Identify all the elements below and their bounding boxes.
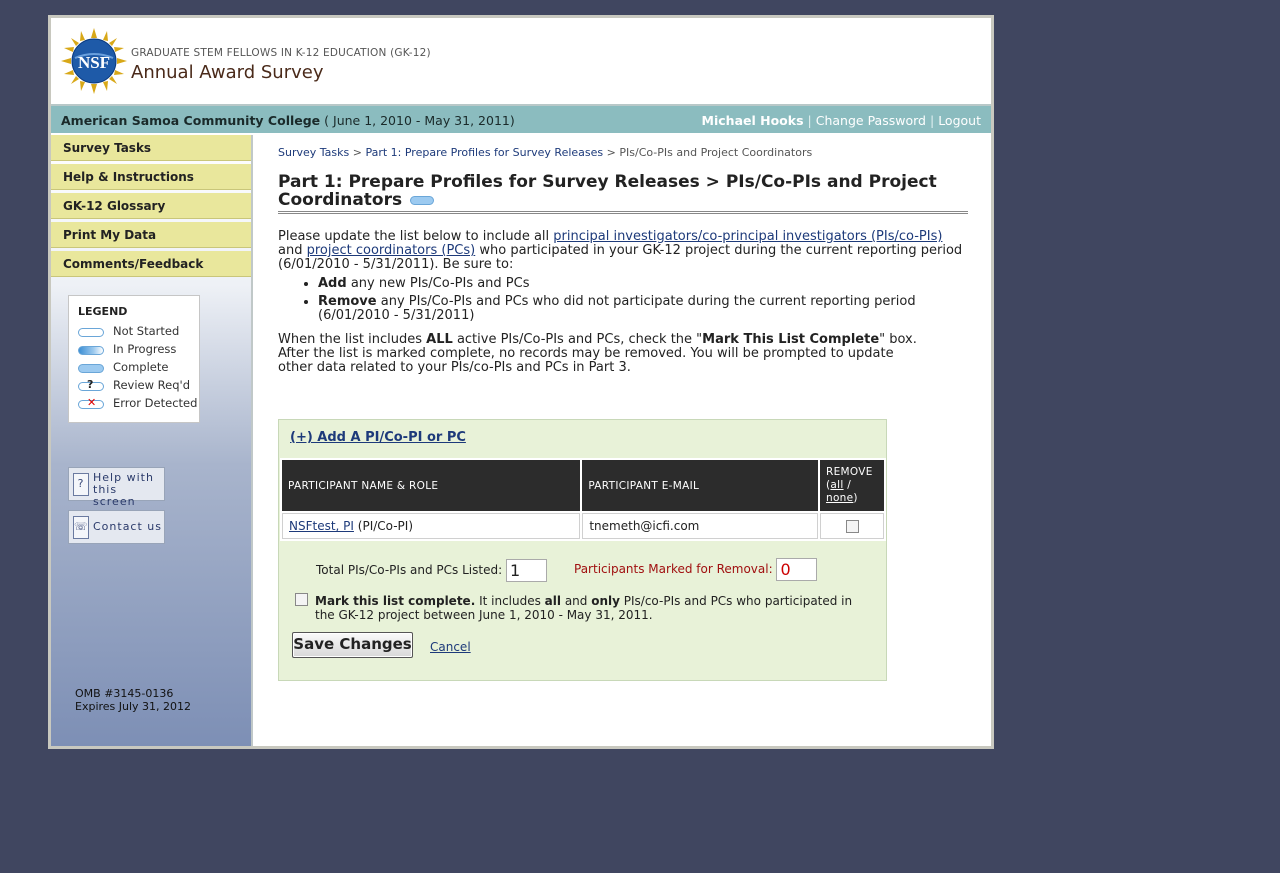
review-icon: ? — [78, 378, 104, 391]
total-label: Total PIs/Co-PIs and PCs Listed: — [316, 563, 503, 577]
help-icon: ? — [73, 473, 89, 496]
breadcrumb: Survey Tasks > Part 1: Prepare Profiles … — [278, 146, 813, 159]
remove-checkbox[interactable] — [845, 520, 859, 533]
participant-name-cell: NSFtest, PI (PI/Co-PI) — [282, 513, 581, 539]
col-email-header: PARTICIPANT E-MAIL — [582, 460, 818, 511]
cancel-link[interactable]: Cancel — [430, 640, 471, 654]
breadcrumb-part1[interactable]: Part 1: Prepare Profiles for Survey Rele… — [365, 146, 603, 159]
removal-label: Participants Marked for Removal: — [574, 562, 773, 576]
institution-name: American Samoa Community College — [61, 113, 321, 128]
legend-complete: Complete — [78, 360, 198, 376]
col-remove-header: REMOVE (all / none) — [820, 460, 884, 511]
legend: LEGEND Not Started In Progress Complete … — [68, 295, 200, 423]
select-all-link[interactable]: all — [830, 479, 843, 491]
complete-icon — [78, 364, 104, 373]
legend-label: Complete — [113, 360, 169, 374]
institution-info: American Samoa Community College ( June … — [61, 113, 515, 128]
select-none-link[interactable]: none — [826, 492, 853, 504]
change-password-link[interactable]: Change Password — [816, 113, 926, 128]
logout-link[interactable]: Logout — [938, 113, 981, 128]
legend-title: LEGEND — [78, 305, 128, 318]
info-bar: American Samoa Community College ( June … — [51, 106, 991, 133]
pc-definition-link[interactable]: project coordinators (PCs) — [307, 243, 476, 258]
removal-count-field: 0 — [776, 558, 818, 581]
help-button-line2: this screen — [93, 483, 136, 508]
legend-not-started: Not Started — [78, 324, 198, 340]
error-icon: ✕ — [78, 396, 104, 409]
intro-text: Please update the list below to include … — [278, 229, 963, 272]
legend-label: Error Detected — [113, 396, 198, 410]
sidebar-item-comments-feedback[interactable]: Comments/Feedback — [51, 251, 251, 277]
pi-definition-link[interactable]: principal investigators/co-principal inv… — [553, 229, 942, 244]
site-title: Annual Award Survey — [131, 62, 324, 83]
complete-instructions: When the list includes ALL active PIs/Co… — [278, 332, 917, 375]
help-with-screen-button[interactable]: ? Help with this screen — [68, 467, 165, 508]
not-started-icon — [78, 328, 104, 337]
nsf-logo: NSF — [61, 28, 127, 94]
main-content: Survey Tasks > Part 1: Prepare Profiles … — [278, 146, 978, 681]
save-changes-button[interactable]: Save Changes — [292, 632, 413, 658]
list-item: Add any new PIs/Co-PIs and PCs — [318, 277, 978, 291]
list-item: Remove any PIs/Co-PIs and PCs who did no… — [318, 295, 978, 323]
reporting-period: ( June 1, 2010 - May 31, 2011) — [324, 113, 515, 128]
contact-us-button[interactable]: ☏ Contact us — [68, 510, 165, 544]
program-name: GRADUATE STEM FELLOWS IN K-12 EDUCATION … — [131, 47, 431, 59]
mark-complete-label: Mark this list complete. It includes all… — [315, 594, 853, 622]
sidebar-item-glossary[interactable]: GK-12 Glossary — [51, 193, 251, 219]
sidebar-item-survey-tasks[interactable]: Survey Tasks — [51, 135, 251, 161]
site-header: NSF GRADUATE STEM FELLOWS IN K-12 EDUCAT… — [51, 18, 991, 106]
page-title: Part 1: Prepare Profiles for Survey Rele… — [278, 173, 968, 214]
legend-in-progress: In Progress — [78, 342, 198, 358]
legend-review: ? Review Req'd — [78, 378, 198, 394]
participant-email: tnemeth@icfi.com — [582, 513, 818, 539]
total-count-field: 1 — [505, 559, 547, 582]
in-progress-icon — [78, 346, 104, 355]
table-row: NSFtest, PI (PI/Co-PI) tnemeth@icfi.com — [282, 513, 884, 539]
removal-count: Participants Marked for Removal: 0 — [574, 558, 818, 581]
page-frame: NSF GRADUATE STEM FELLOWS IN K-12 EDUCAT… — [48, 15, 994, 749]
participants-panel: (+) Add A PI/Co-PI or PC PARTICIPANT NAM… — [278, 419, 887, 681]
legend-label: Not Started — [113, 324, 180, 338]
participant-role: (PI/Co-PI) — [357, 519, 414, 533]
logo-text: NSF — [78, 53, 110, 72]
legend-label: In Progress — [113, 342, 177, 356]
omb-expiry: Expires July 31, 2012 — [75, 700, 192, 713]
breadcrumb-current: PIs/Co-PIs and Project Coordinators — [619, 146, 813, 159]
legend-error: ✕ Error Detected — [78, 396, 198, 412]
contact-us-label: Contact us — [93, 520, 162, 533]
remove-cell — [820, 513, 884, 539]
participant-name-link[interactable]: NSFtest, PI — [289, 519, 354, 533]
total-listed: Total PIs/Co-PIs and PCs Listed: 1 — [316, 559, 547, 582]
participants-table: PARTICIPANT NAME & ROLE PARTICIPANT E-MA… — [280, 458, 886, 541]
omb-info: OMB #3145-0136 Expires July 31, 2012 — [75, 687, 191, 713]
col-name-header: PARTICIPANT NAME & ROLE — [282, 460, 581, 511]
sidebar-item-print-data[interactable]: Print My Data — [51, 222, 251, 248]
omb-number: OMB #3145-0136 — [75, 687, 174, 700]
breadcrumb-survey-tasks[interactable]: Survey Tasks — [278, 146, 349, 159]
phone-icon: ☏ — [73, 516, 89, 539]
user-name: Michael Hooks — [701, 113, 804, 128]
user-menu: Michael Hooks | Change Password | Logout — [701, 113, 981, 128]
instruction-list: Add any new PIs/Co-PIs and PCs Remove an… — [278, 277, 978, 323]
complete-status-icon — [410, 195, 435, 205]
mark-complete-checkbox[interactable] — [295, 593, 308, 606]
sidebar-item-help-instructions[interactable]: Help & Instructions — [51, 164, 251, 190]
sidebar: Survey Tasks Help & Instructions GK-12 G… — [51, 135, 253, 746]
legend-label: Review Req'd — [113, 378, 190, 392]
add-participant-link[interactable]: (+) Add A PI/Co-PI or PC — [290, 430, 466, 445]
